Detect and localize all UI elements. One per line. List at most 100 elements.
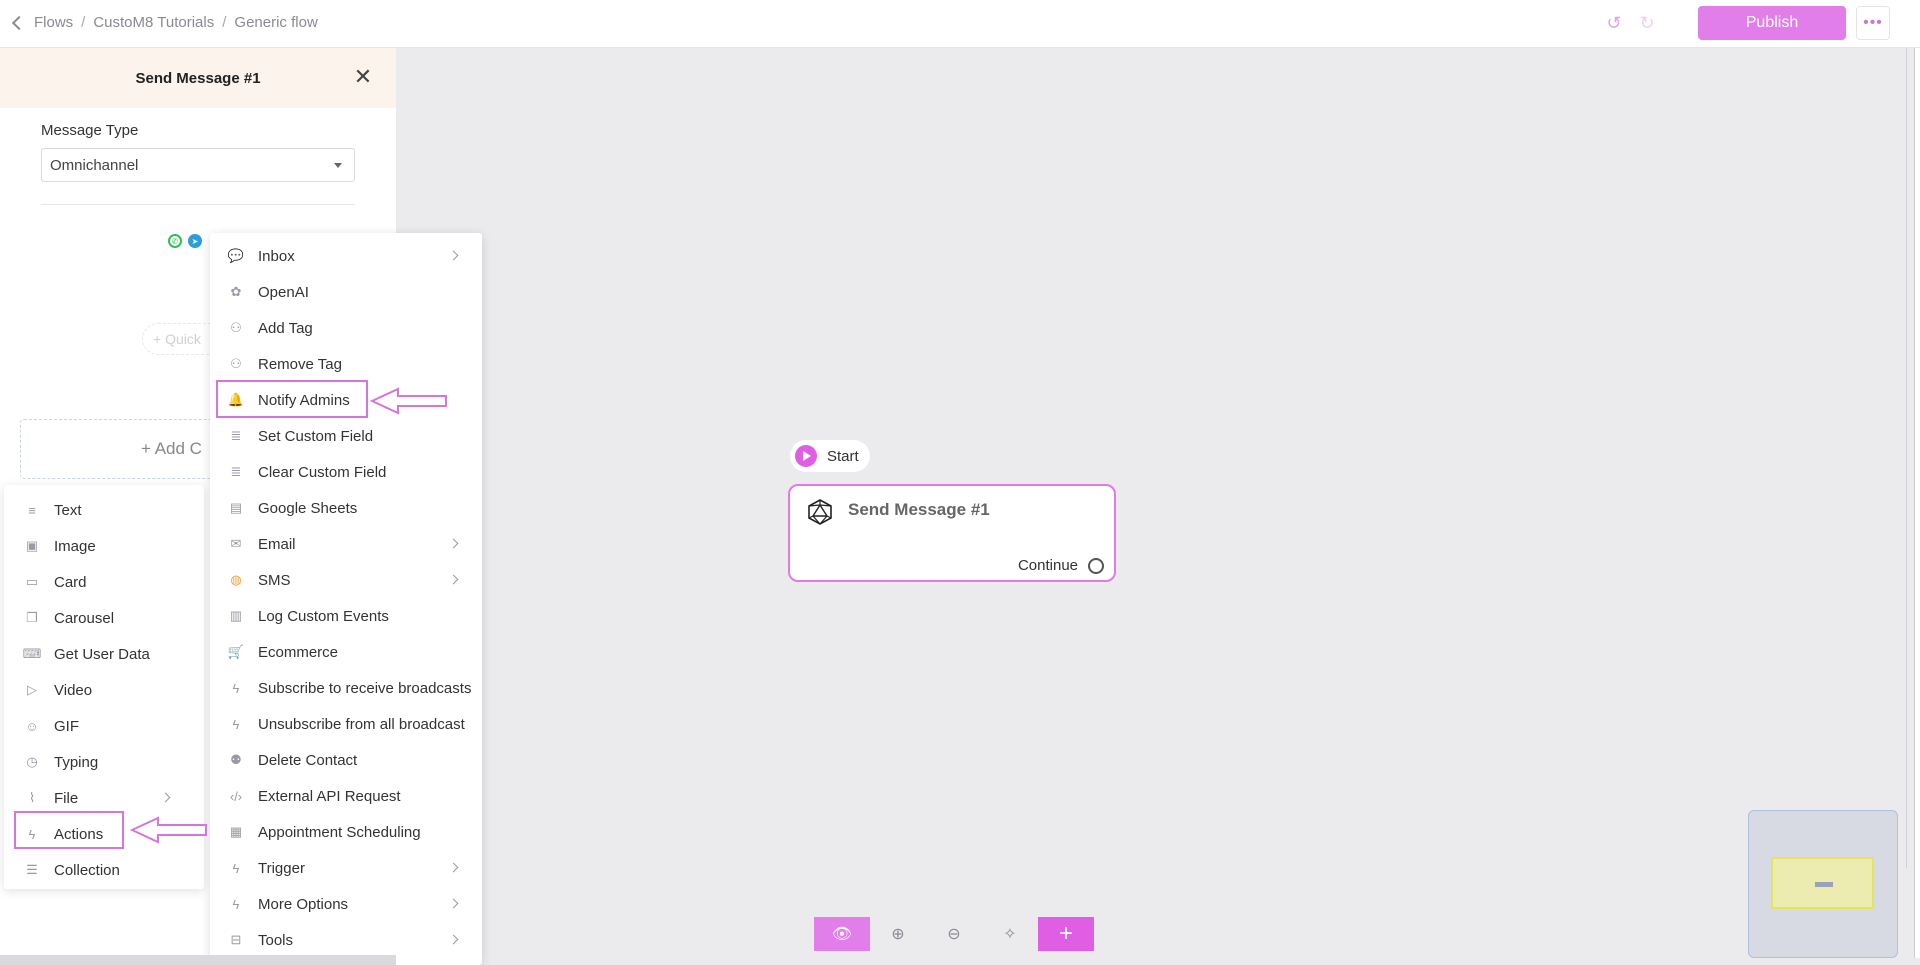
breadcrumb-separator: / [81, 14, 86, 31]
add-node-button[interactable]: + [1038, 917, 1094, 951]
bolt-icon: ϟ [232, 716, 240, 732]
start-node[interactable]: Start [790, 440, 870, 472]
openai-icon: ✿ [230, 284, 242, 299]
canvas-toolbar: 👁 ⊕ ⊖ ✧ + [814, 917, 1094, 951]
menu-item-video[interactable]: ▷ Video [24, 675, 92, 705]
email-icon: ✉ [230, 536, 242, 551]
submenu-item-openai[interactable]: ✿ OpenAI [228, 277, 309, 307]
submenu-item-tools[interactable]: ⊟ Tools [228, 925, 468, 955]
submenu-item-delete-contact[interactable]: ⚉ Delete Contact [228, 745, 357, 775]
breadcrumb-flows[interactable]: Flows [34, 14, 73, 31]
submenu-item-appointment[interactable]: ▦ Appointment Scheduling [228, 817, 421, 847]
caret-down-icon [334, 163, 342, 168]
chevron-right-icon [448, 898, 459, 909]
window-scrollbar[interactable] [1914, 48, 1920, 958]
chevron-right-icon [448, 250, 459, 261]
submenu-item-sms[interactable]: ◍ SMS [228, 565, 468, 595]
telegram-icon: ➤ [188, 234, 202, 248]
chevron-right-icon [448, 934, 459, 945]
message-type-value: Omnichannel [50, 156, 139, 174]
menu-item-text[interactable]: ≡ Text [24, 495, 81, 525]
submenu-item-email[interactable]: ✉ Email [228, 529, 468, 559]
image-icon: ▣ [25, 538, 39, 553]
chart-icon: ▥ [229, 608, 243, 623]
panel-title: Send Message #1 [135, 69, 261, 87]
chat-icon: 💬 [227, 248, 245, 263]
menu-item-typing[interactable]: ◷ Typing [24, 747, 98, 777]
submenu-item-remove-tag[interactable]: ⚇ Remove Tag [228, 349, 342, 379]
bolt-icon: ϟ [232, 896, 240, 912]
more-options-icon[interactable]: ••• [1856, 6, 1890, 40]
redo-icon[interactable]: ↻ [1636, 12, 1658, 34]
highlight-box [216, 380, 368, 418]
video-icon: ▷ [27, 682, 37, 697]
minimap-viewport[interactable] [1771, 857, 1874, 909]
submenu-item-unsubscribe[interactable]: ϟ Unsubscribe from all broadcast [228, 709, 465, 739]
submenu-item-external-api[interactable]: ‹/› External API Request [228, 781, 401, 811]
breadcrumb: Flows / CustoM8 Tutorials / Generic flow [11, 14, 318, 31]
user-tag-icon: ⚇ [230, 320, 242, 335]
text-lines-icon: ≡ [28, 502, 36, 518]
start-label: Start [827, 447, 859, 465]
submenu-item-trigger[interactable]: ϟ Trigger [228, 853, 468, 883]
zoom-out-icon[interactable]: ⊖ [926, 917, 982, 951]
divider [41, 204, 355, 205]
submenu-item-add-tag[interactable]: ⚇ Add Tag [228, 313, 313, 343]
list-icon: ☰ [26, 862, 38, 877]
output-port[interactable] [1088, 558, 1104, 574]
eye-icon[interactable]: 👁 [814, 917, 870, 951]
chevron-right-icon [448, 538, 459, 549]
submenu-item-clear-custom-field[interactable]: ≣ Clear Custom Field [228, 457, 387, 487]
minimap-node [1815, 882, 1833, 887]
user-tag-icon: ⚇ [230, 356, 242, 371]
submenu-item-subscribe[interactable]: ϟ Subscribe to receive broadcasts [228, 673, 472, 703]
panel-bottom-strip [0, 955, 396, 965]
breadcrumb-separator: / [222, 14, 227, 31]
zoom-in-icon[interactable]: ⊕ [870, 917, 926, 951]
bolt-icon: ϟ [232, 860, 240, 876]
menu-item-get-user-data[interactable]: ⌨ Get User Data [23, 639, 150, 669]
highlight-box [14, 811, 124, 849]
actions-submenu: 💬 Inbox ✿ OpenAI ⚇ Add Tag ⚇ Remove Tag 🔔 Not… [210, 233, 482, 965]
close-icon[interactable]: ✕ [352, 66, 374, 88]
submenu-item-google-sheets[interactable]: ▤ Google Sheets [228, 493, 357, 523]
breadcrumb-current: Generic flow [234, 14, 318, 31]
submenu-item-ecommerce[interactable]: 🛒 Ecommerce [228, 637, 338, 667]
gif-icon: ☺ [25, 718, 39, 734]
chevron-left-icon[interactable] [11, 15, 27, 31]
whatsapp-icon: ✆ [168, 234, 182, 248]
menu-item-card[interactable]: ▭ Card [24, 567, 87, 597]
minimap[interactable] [1748, 810, 1898, 958]
database-icon: ≣ [230, 464, 242, 479]
channel-icons: ✆ ➤ [168, 234, 202, 248]
annotation-arrow [130, 816, 207, 844]
sparkle-icon[interactable]: ✧ [982, 917, 1038, 951]
menu-item-carousel[interactable]: ❐ Carousel [24, 603, 114, 633]
chevron-right-icon [160, 792, 171, 803]
paperclip-icon: ⌇ [28, 790, 36, 805]
message-type-select[interactable]: Omnichannel [41, 148, 355, 182]
node-title: Send Message #1 [848, 500, 990, 519]
cart-icon: 🛒 [227, 644, 245, 659]
menu-item-collection[interactable]: ☰ Collection [24, 855, 120, 885]
submenu-item-log-custom-events[interactable]: ▥ Log Custom Events [228, 601, 389, 631]
menu-item-gif[interactable]: ☺ GIF [24, 711, 79, 741]
undo-icon[interactable]: ↺ [1603, 12, 1625, 34]
submenu-item-more-options[interactable]: ϟ More Options [228, 889, 468, 919]
annotation-arrow [370, 387, 447, 415]
publish-button[interactable]: Publish [1698, 6, 1846, 40]
breadcrumb-folder[interactable]: CustoM8 Tutorials [93, 14, 214, 31]
user-x-icon: ⚉ [230, 752, 242, 767]
submenu-item-set-custom-field[interactable]: ≣ Set Custom Field [228, 421, 374, 451]
node-continue-label: Continue [1017, 557, 1078, 574]
chevron-right-icon [448, 862, 459, 873]
sheet-icon: ▤ [229, 500, 243, 515]
send-message-node[interactable]: Send Message #1 Continue [788, 484, 1116, 582]
icosahedron-icon [808, 499, 832, 525]
calendar-icon: ▦ [229, 824, 243, 839]
menu-item-file[interactable]: ⌇ File [24, 783, 174, 813]
menu-item-image[interactable]: ▣ Image [24, 531, 96, 561]
card-icon: ▭ [25, 574, 39, 589]
carousel-icon: ❐ [26, 610, 38, 625]
submenu-item-inbox[interactable]: 💬 Inbox [228, 241, 468, 271]
